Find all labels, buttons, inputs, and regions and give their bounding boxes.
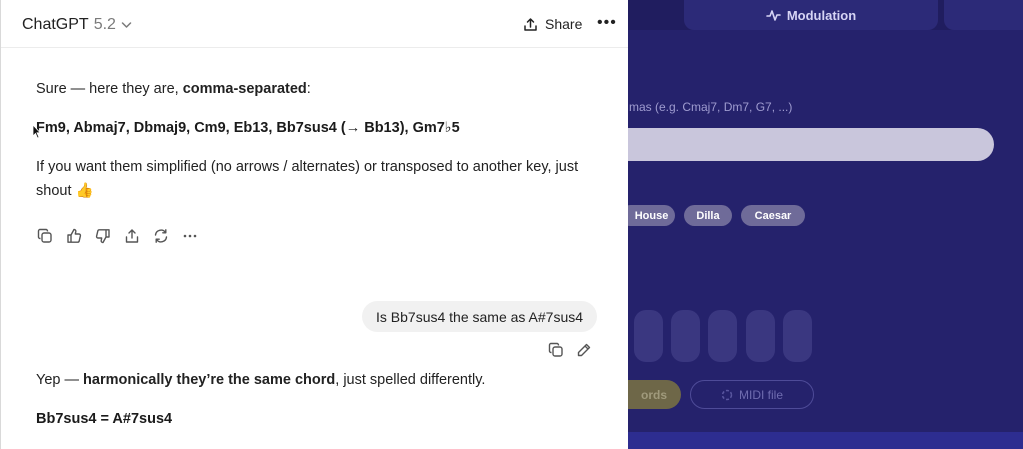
chord-input[interactable]	[600, 128, 994, 161]
chord-list: Fm9, Abmaj7, Dbmaj9, Cm9, Eb13, Bb7sus4 …	[36, 120, 460, 136]
chord-slot[interactable]	[746, 310, 775, 362]
spinner-icon	[721, 389, 733, 400]
reply-intro-text: Sure — here they are,	[36, 81, 183, 97]
chatgpt-panel: ChatGPT 5.2 Share ••• Sure — here they a…	[0, 0, 628, 449]
tab-modulation-label: Modulation	[786, 7, 857, 23]
chip-dilla-label: Dilla	[696, 209, 720, 222]
mouse-cursor-icon	[32, 124, 41, 139]
share-button[interactable]: Share	[523, 16, 582, 32]
user-message-text: Is Bb7sus4 the same as A#7sus4	[376, 308, 584, 325]
reply2-suffix: , just spelled differently.	[335, 372, 486, 388]
assistant-reply-followup: If you want them simplified (no arrows /…	[36, 159, 579, 199]
chord-input-hint: mas (e.g. Cmaj7, Dm7, G7, ...)	[629, 100, 793, 114]
reply2-bold: harmonically they’re the same chord	[83, 372, 336, 388]
chord-slot[interactable]	[708, 310, 737, 362]
assistant-reply-intro: Sure — here they are, comma-separated:	[36, 77, 311, 101]
reply-intro-bold: comma-separated	[182, 81, 307, 97]
share-icon[interactable]	[123, 226, 140, 245]
midi-file-label: MIDI file	[738, 387, 783, 402]
chord-slot[interactable]	[634, 310, 663, 362]
chip-house-label: House	[634, 209, 669, 222]
chord-slot[interactable]	[671, 310, 700, 362]
assistant-reply-2: Yep — harmonically they’re the same chor…	[36, 368, 485, 392]
tab-next[interactable]	[944, 0, 1023, 30]
chip-dilla[interactable]: Dilla	[684, 205, 732, 226]
reply2-prefix: Yep —	[36, 372, 84, 388]
midi-file-button[interactable]: MIDI file	[690, 380, 814, 409]
more-icon[interactable]	[181, 226, 198, 245]
chord-slot[interactable]	[783, 310, 812, 362]
copy-icon[interactable]	[547, 340, 564, 359]
model-selector[interactable]: ChatGPT 5.2	[22, 16, 132, 34]
bg-bottom-bar	[628, 432, 1023, 449]
reply-intro-colon: :	[306, 81, 311, 97]
chat-header: ChatGPT 5.2 Share •••	[1, 0, 628, 48]
model-name: ChatGPT	[22, 16, 89, 33]
edit-icon[interactable]	[575, 340, 592, 359]
more-options-icon[interactable]: •••	[597, 14, 617, 32]
pulse-icon	[766, 9, 781, 21]
chevron-down-icon	[121, 22, 132, 28]
thumbs-down-icon[interactable]	[94, 226, 111, 245]
chip-caesar-label: Caesar	[754, 209, 792, 222]
model-version: 5.2	[93, 16, 116, 33]
assistant-actions	[36, 226, 198, 245]
user-message-actions	[547, 340, 592, 359]
user-message-bubble: Is Bb7sus4 the same as A#7sus4	[362, 301, 598, 332]
thumbs-up-icon[interactable]	[65, 226, 82, 245]
regenerate-icon[interactable]	[152, 226, 169, 245]
tab-modulation[interactable]: Modulation	[684, 0, 938, 30]
upload-icon	[524, 17, 537, 31]
chip-house[interactable]: House	[620, 205, 675, 226]
share-label: Share	[545, 16, 583, 32]
chip-caesar[interactable]: Caesar	[741, 205, 805, 226]
chords-button-label: ords	[640, 387, 667, 402]
copy-icon[interactable]	[36, 226, 53, 245]
chord-equation: Bb7sus4 = A#7sus4	[36, 411, 173, 427]
